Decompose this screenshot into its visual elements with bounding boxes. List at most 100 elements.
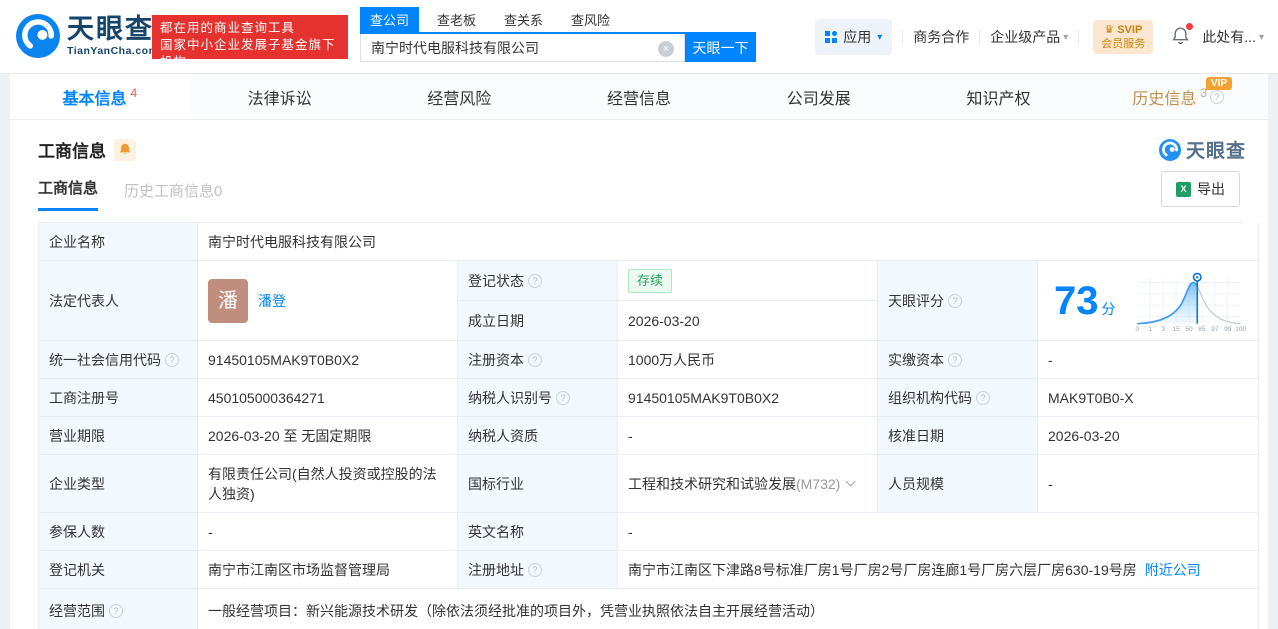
svip-member-badge[interactable]: ♛ SVIP 会员服务 [1093,20,1154,54]
subtab-row: 工商信息 历史工商信息0 X 导出 [10,169,1268,211]
help-icon[interactable]: ? [1210,89,1225,104]
label-tianyan-score: 天眼评分? [878,261,1038,341]
nav-divider [979,30,981,44]
search-tab-relation[interactable]: 查关系 [494,7,553,32]
tab-operating-info[interactable]: 经营信息 [549,74,729,119]
label-approval-date: 核准日期 [878,417,1038,455]
monitor-bell-icon[interactable] [114,138,136,161]
status-badge: 存续 [628,268,673,293]
subtab-business-info[interactable]: 工商信息 [38,177,99,211]
export-button[interactable]: X 导出 [1161,171,1240,207]
value-taxpayer-id: 91450105MAK9T0B0X2 [618,379,878,417]
help-icon[interactable]: ? [165,352,179,367]
search-tabs: 查公司 查老板 查关系 查风险 [360,7,756,32]
svg-text:97: 97 [1211,325,1219,331]
chevron-down-icon[interactable] [845,476,856,487]
tianyancha-logo[interactable]: 天眼查 TianYanCha.com [16,14,158,58]
label-registration-status: 登记状态? [458,261,618,301]
value-registration-status: 存续 [618,261,878,301]
search-tab-company[interactable]: 查公司 [360,7,420,32]
search-input[interactable] [360,34,685,62]
value-paid-capital: - [1038,341,1259,379]
svg-text:85: 85 [1198,325,1206,331]
help-icon[interactable]: ? [528,273,542,288]
tab-operating-risk[interactable]: 经营风险 [369,74,549,119]
search-tab-boss[interactable]: 查老板 [427,7,486,32]
label-organization-code: 组织机构代码? [878,379,1038,417]
industry-name: 工程和技术研究和试验发展 [628,475,796,492]
value-industry[interactable]: 工程和技术研究和试验发展 (M732) [618,455,878,513]
help-icon[interactable]: ? [528,352,542,367]
label-establish-date: 成立日期 [458,301,618,341]
logo-swirl-icon [1158,138,1181,161]
company-card: 基本信息 4 法律诉讼 经营风险 经营信息 公司发展 知识产权 历史信息 3 ?… [10,74,1268,629]
header: 天眼查 TianYanCha.com 都在用的商业查询工具 国家中小企业发展子基… [0,0,1278,74]
svg-text:50: 50 [1185,325,1193,331]
search-button[interactable]: 天眼一下 [685,34,756,62]
promo-banner-line2: 国家中小企业发展子基金旗下机构 [160,38,336,69]
nav-enterprise-products[interactable]: 企业级产品 ▾ [990,27,1068,47]
label-legal-representative: 法定代表人 [39,261,198,341]
help-icon[interactable]: ? [948,293,962,308]
tab-history-info[interactable]: 历史信息 3 ? VIP [1088,74,1268,119]
notification-bell-icon[interactable] [1171,22,1194,49]
value-english-name: - [618,513,1259,551]
value-staff-size: - [1038,455,1259,513]
search-tab-risk[interactable]: 查风险 [561,7,620,32]
nearby-companies-link[interactable]: 附近公司 [1145,560,1201,580]
value-credit-code: 91450105MAK9T0B0X2 [198,341,458,379]
label-registration-authority: 登记机关 [39,551,198,589]
tab-count: 4 [130,85,138,100]
chevron-down-icon: ▾ [1258,31,1264,43]
header-nav: 应用 ▾ 商务合作 企业级产品 ▾ ♛ SVIP 会员服务 此处有... ▾ [815,0,1264,74]
apps-menu[interactable]: 应用 ▾ [815,19,893,55]
tab-company-development[interactable]: 公司发展 [729,74,909,119]
tab-legal-proceedings[interactable]: 法律诉讼 [190,74,370,119]
label-company-name: 企业名称 [39,223,198,261]
export-label: 导出 [1197,181,1225,197]
value-taxpayer-quality: - [618,417,878,455]
svg-text:99: 99 [1224,325,1232,331]
user-label: 此处有... [1202,29,1256,45]
tab-label: 经营风险 [427,90,492,108]
help-icon[interactable]: ? [556,390,570,405]
user-menu[interactable]: 此处有... ▾ [1202,27,1264,47]
label-registered-address: 注册地址? [458,551,618,589]
tab-intellectual-property[interactable]: 知识产权 [909,74,1089,119]
value-establish-date: 2026-03-20 [618,301,878,341]
logo-swirl-icon [16,14,60,58]
svg-text:1: 1 [1148,325,1152,331]
value-tianyan-score[interactable]: 73 分 0 1 3 15 50 85 97 99 100 [1038,261,1259,341]
label-english-name: 英文名称 [458,513,618,551]
tab-basic-info[interactable]: 基本信息 4 [10,74,190,119]
clear-icon[interactable]: × [658,41,674,57]
help-icon[interactable]: ? [948,352,962,367]
tab-label: 经营信息 [607,90,672,108]
excel-icon: X [1176,181,1191,197]
page-background: 基本信息 4 法律诉讼 经营风险 经营信息 公司发展 知识产权 历史信息 3 ?… [0,74,1278,629]
business-info-table: 企业名称 南宁时代电服科技有限公司 法定代表人 潘 潘登 登记状态? 存续 成立… [38,222,1259,629]
help-icon[interactable]: ? [976,390,990,405]
promo-banner: 都在用的商业查询工具 国家中小企业发展子基金旗下机构 [152,15,348,69]
subtab-history-business-info[interactable]: 历史工商信息0 [124,180,222,211]
section-header: 工商信息 天眼查 [10,120,1268,169]
label-credit-code: 统一社会信用代码? [39,341,198,379]
value-company-name: 南宁时代电服科技有限公司 [198,223,1259,261]
avatar[interactable]: 潘 [208,278,248,323]
label-business-scope: 经营范围? [39,589,198,629]
help-icon[interactable]: ? [528,562,542,577]
svg-text:15: 15 [1172,325,1180,331]
label-industry: 国标行业 [458,455,618,513]
value-registered-address: 南宁市江南区下津路8号标准厂房1号厂房2号厂房连廊1号厂房六层厂房630-19号… [618,551,1259,589]
label-company-type: 企业类型 [39,455,198,513]
help-icon[interactable]: ? [109,603,123,618]
watermark-text: 天眼查 [1185,141,1246,162]
logo-subtitle: TianYanCha.com [67,44,159,57]
apps-label: 应用 [843,29,872,45]
watermark-logo: 天眼查 [1158,136,1246,163]
nav-business-cooperation[interactable]: 商务合作 [913,27,969,47]
notification-dot [1186,22,1194,30]
tab-label: 法律诉讼 [247,90,312,108]
legal-representative-link[interactable]: 潘登 [258,291,286,311]
label-paid-capital: 实缴资本? [878,341,1038,379]
